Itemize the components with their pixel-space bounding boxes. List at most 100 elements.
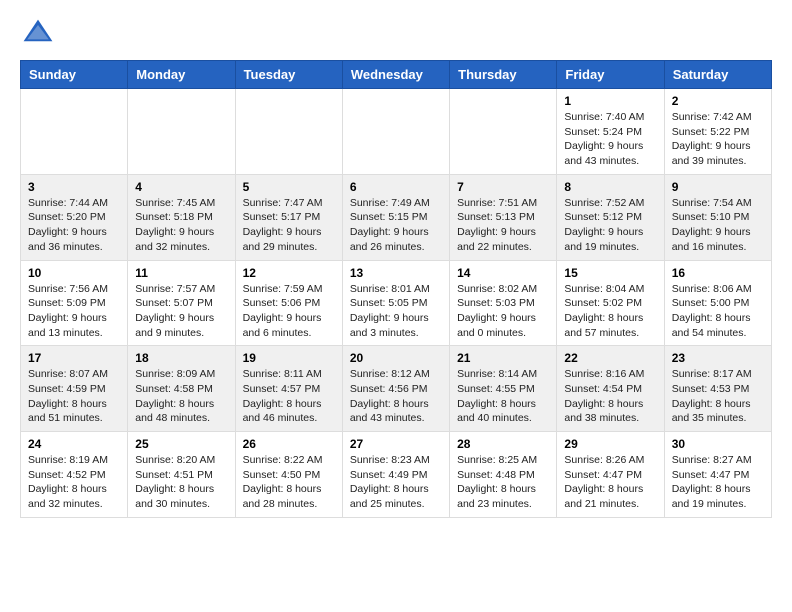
day-cell: 27 Sunrise: 8:23 AM Sunset: 4:49 PM Dayli… (342, 432, 449, 518)
day-number: 6 (350, 180, 442, 194)
day-number: 22 (564, 351, 656, 365)
logo-icon (20, 16, 56, 52)
day-info: Sunrise: 7:40 AM Sunset: 5:24 PM Dayligh… (564, 110, 656, 169)
day-number: 14 (457, 266, 549, 280)
day-cell: 7 Sunrise: 7:51 AM Sunset: 5:13 PM Daylig… (450, 174, 557, 260)
day-cell: 4 Sunrise: 7:45 AM Sunset: 5:18 PM Daylig… (128, 174, 235, 260)
day-info: Sunrise: 8:25 AM Sunset: 4:48 PM Dayligh… (457, 453, 549, 512)
day-info: Sunrise: 8:23 AM Sunset: 4:49 PM Dayligh… (350, 453, 442, 512)
day-cell: 29Sunrise: 8:26 AM Sunset: 4:47 PM Dayli… (557, 432, 664, 518)
day-info: Sunrise: 8:17 AM Sunset: 4:53 PM Dayligh… (672, 367, 764, 426)
day-number: 5 (243, 180, 335, 194)
page: SundayMondayTuesdayWednesdayThursdayFrid… (0, 0, 792, 528)
day-cell: 22 Sunrise: 8:16 AM Sunset: 4:54 PM Dayli… (557, 346, 664, 432)
day-cell: 21 Sunrise: 8:14 AM Sunset: 4:55 PM Dayli… (450, 346, 557, 432)
weekday-header-row: SundayMondayTuesdayWednesdayThursdayFrid… (21, 61, 772, 89)
weekday-header-friday: Friday (557, 61, 664, 89)
day-info: Sunrise: 7:49 AM Sunset: 5:15 PM Dayligh… (350, 196, 442, 255)
day-info: Sunrise: 7:45 AM Sunset: 5:18 PM Dayligh… (135, 196, 227, 255)
logo (20, 16, 60, 52)
day-cell: 28Sunrise: 8:25 AM Sunset: 4:48 PM Dayli… (450, 432, 557, 518)
day-number: 23 (672, 351, 764, 365)
day-info: Sunrise: 8:02 AM Sunset: 5:03 PM Dayligh… (457, 282, 549, 341)
day-number: 19 (243, 351, 335, 365)
day-cell: 23 Sunrise: 8:17 AM Sunset: 4:53 PM Dayli… (664, 346, 771, 432)
day-info: Sunrise: 7:42 AM Sunset: 5:22 PM Dayligh… (672, 110, 764, 169)
header (20, 16, 772, 52)
day-cell: 13Sunrise: 8:01 AM Sunset: 5:05 PM Dayli… (342, 260, 449, 346)
day-info: Sunrise: 7:51 AM Sunset: 5:13 PM Dayligh… (457, 196, 549, 255)
day-cell: 5 Sunrise: 7:47 AM Sunset: 5:17 PM Daylig… (235, 174, 342, 260)
day-info: Sunrise: 8:11 AM Sunset: 4:57 PM Dayligh… (243, 367, 335, 426)
day-number: 30 (672, 437, 764, 451)
day-number: 25 (135, 437, 227, 451)
day-cell: 18Sunrise: 8:09 AM Sunset: 4:58 PM Dayli… (128, 346, 235, 432)
day-cell: 9 Sunrise: 7:54 AM Sunset: 5:10 PM Daylig… (664, 174, 771, 260)
week-row-4: 24 Sunrise: 8:19 AM Sunset: 4:52 PM Dayli… (21, 432, 772, 518)
day-number: 8 (564, 180, 656, 194)
day-number: 17 (28, 351, 120, 365)
week-row-3: 17 Sunrise: 8:07 AM Sunset: 4:59 PM Dayli… (21, 346, 772, 432)
day-cell (235, 89, 342, 175)
day-info: Sunrise: 8:07 AM Sunset: 4:59 PM Dayligh… (28, 367, 120, 426)
weekday-header-tuesday: Tuesday (235, 61, 342, 89)
day-cell: 14 Sunrise: 8:02 AM Sunset: 5:03 PM Dayli… (450, 260, 557, 346)
day-cell (128, 89, 235, 175)
day-cell: 3 Sunrise: 7:44 AM Sunset: 5:20 PM Daylig… (21, 174, 128, 260)
day-number: 3 (28, 180, 120, 194)
weekday-header-saturday: Saturday (664, 61, 771, 89)
day-number: 27 (350, 437, 442, 451)
day-info: Sunrise: 8:14 AM Sunset: 4:55 PM Dayligh… (457, 367, 549, 426)
day-cell: 26 Sunrise: 8:22 AM Sunset: 4:50 PM Dayli… (235, 432, 342, 518)
day-cell (21, 89, 128, 175)
day-cell: 16 Sunrise: 8:06 AM Sunset: 5:00 PM Dayli… (664, 260, 771, 346)
weekday-header-monday: Monday (128, 61, 235, 89)
day-info: Sunrise: 8:22 AM Sunset: 4:50 PM Dayligh… (243, 453, 335, 512)
day-number: 9 (672, 180, 764, 194)
day-number: 20 (350, 351, 442, 365)
day-info: Sunrise: 7:47 AM Sunset: 5:17 PM Dayligh… (243, 196, 335, 255)
day-info: Sunrise: 8:16 AM Sunset: 4:54 PM Dayligh… (564, 367, 656, 426)
week-row-2: 10Sunrise: 7:56 AM Sunset: 5:09 PM Dayli… (21, 260, 772, 346)
day-info: Sunrise: 8:19 AM Sunset: 4:52 PM Dayligh… (28, 453, 120, 512)
day-cell: 10Sunrise: 7:56 AM Sunset: 5:09 PM Dayli… (21, 260, 128, 346)
day-info: Sunrise: 8:06 AM Sunset: 5:00 PM Dayligh… (672, 282, 764, 341)
day-number: 21 (457, 351, 549, 365)
calendar: SundayMondayTuesdayWednesdayThursdayFrid… (20, 60, 772, 518)
day-cell: 6 Sunrise: 7:49 AM Sunset: 5:15 PM Daylig… (342, 174, 449, 260)
day-number: 10 (28, 266, 120, 280)
day-info: Sunrise: 8:12 AM Sunset: 4:56 PM Dayligh… (350, 367, 442, 426)
day-number: 15 (564, 266, 656, 280)
day-number: 16 (672, 266, 764, 280)
day-number: 26 (243, 437, 335, 451)
day-cell: 30 Sunrise: 8:27 AM Sunset: 4:47 PM Dayli… (664, 432, 771, 518)
day-number: 12 (243, 266, 335, 280)
day-number: 1 (564, 94, 656, 108)
weekday-header-wednesday: Wednesday (342, 61, 449, 89)
day-number: 4 (135, 180, 227, 194)
day-cell: 15 Sunrise: 8:04 AM Sunset: 5:02 PM Dayli… (557, 260, 664, 346)
day-cell: 19 Sunrise: 8:11 AM Sunset: 4:57 PM Dayli… (235, 346, 342, 432)
day-cell: 11 Sunrise: 7:57 AM Sunset: 5:07 PM Dayli… (128, 260, 235, 346)
day-number: 11 (135, 266, 227, 280)
day-cell: 2 Sunrise: 7:42 AM Sunset: 5:22 PM Daylig… (664, 89, 771, 175)
day-info: Sunrise: 8:20 AM Sunset: 4:51 PM Dayligh… (135, 453, 227, 512)
day-info: Sunrise: 8:27 AM Sunset: 4:47 PM Dayligh… (672, 453, 764, 512)
day-number: 18 (135, 351, 227, 365)
day-cell: 25 Sunrise: 8:20 AM Sunset: 4:51 PM Dayli… (128, 432, 235, 518)
day-number: 2 (672, 94, 764, 108)
day-info: Sunrise: 8:01 AM Sunset: 5:05 PM Dayligh… (350, 282, 442, 341)
day-info: Sunrise: 8:04 AM Sunset: 5:02 PM Dayligh… (564, 282, 656, 341)
day-info: Sunrise: 7:44 AM Sunset: 5:20 PM Dayligh… (28, 196, 120, 255)
day-number: 24 (28, 437, 120, 451)
day-info: Sunrise: 7:59 AM Sunset: 5:06 PM Dayligh… (243, 282, 335, 341)
day-cell (342, 89, 449, 175)
day-number: 7 (457, 180, 549, 194)
day-cell: 20 Sunrise: 8:12 AM Sunset: 4:56 PM Dayli… (342, 346, 449, 432)
day-cell: 12 Sunrise: 7:59 AM Sunset: 5:06 PM Dayli… (235, 260, 342, 346)
day-info: Sunrise: 7:54 AM Sunset: 5:10 PM Dayligh… (672, 196, 764, 255)
week-row-0: 1 Sunrise: 7:40 AM Sunset: 5:24 PM Daylig… (21, 89, 772, 175)
day-cell (450, 89, 557, 175)
week-row-1: 3 Sunrise: 7:44 AM Sunset: 5:20 PM Daylig… (21, 174, 772, 260)
day-info: Sunrise: 7:57 AM Sunset: 5:07 PM Dayligh… (135, 282, 227, 341)
